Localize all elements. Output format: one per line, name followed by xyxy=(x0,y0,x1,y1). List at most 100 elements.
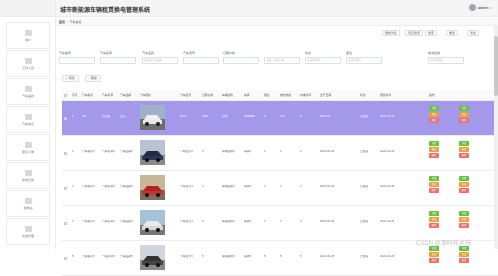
sidebar-header xyxy=(0,0,55,17)
car-code-input[interactable] xyxy=(59,57,95,64)
modify-button[interactable]: 修改 xyxy=(459,147,469,152)
detail-button[interactable]: 详情 xyxy=(429,141,439,146)
delete-button[interactable]: 删除 xyxy=(429,153,439,158)
data-table: 序号 汽车编号 汽车名称 汽车品牌 汽车图片 汽车型号 日期价格 车辆颜色 车牌… xyxy=(62,90,498,276)
detail-button[interactable]: 详情 xyxy=(459,106,469,111)
select-all-checkbox[interactable] xyxy=(64,94,67,97)
cell-price: 4 xyxy=(202,220,204,223)
cell-seats: 5 xyxy=(264,115,266,118)
delete-button[interactable]: 删除 xyxy=(459,223,469,228)
row-checkbox[interactable] xyxy=(64,117,67,120)
sidebar-item-car[interactable]: 汽车信息 xyxy=(6,106,50,133)
sidebar-item-settings[interactable]: 系统管理 xyxy=(6,218,50,245)
cell-charge: 8 xyxy=(300,115,302,118)
cell-brand: 汽车品牌3 xyxy=(120,185,133,188)
row-checkbox[interactable] xyxy=(64,257,67,260)
detail-button[interactable]: 详情 xyxy=(459,211,469,216)
delete-button[interactable]: 删除 xyxy=(459,258,469,263)
delete-button[interactable]: 删除 xyxy=(429,223,439,228)
detail-button[interactable]: 详情 xyxy=(429,211,439,216)
sidebar-item-staff[interactable]: 工作人员 xyxy=(6,50,50,77)
table-row[interactable]: 2 汽车编号2 汽车名称2 汽车品牌2 汽车型号2 2 车辆颜色2 车牌2 2 … xyxy=(62,136,498,171)
cell-index: 5 xyxy=(72,255,74,258)
cell-status: 已租赁 xyxy=(360,150,369,153)
price-max-input[interactable]: 请输入日期价格 xyxy=(264,57,300,64)
clear-search-button[interactable]: 清空搜索 xyxy=(405,30,424,36)
table-row[interactable]: 1 001 迈巴赫 宝马 MX5 2000 白色 粤A8888 5 700 8 … xyxy=(62,101,498,136)
cell-brand: 汽车品牌4 xyxy=(120,220,133,223)
range-select[interactable]: 请选择续航 xyxy=(428,57,464,64)
top-header: 城市新能源车辆租赁换电管理系统 admin ▾ xyxy=(56,0,498,17)
seats-select[interactable]: 请选择座位 xyxy=(346,57,382,64)
modify-button[interactable]: 修改 xyxy=(429,182,439,187)
row-checkbox[interactable] xyxy=(64,187,67,190)
cell-name: 汽车名称4 xyxy=(102,220,115,223)
avatar[interactable] xyxy=(468,4,476,11)
breadcrumb-home[interactable]: 首页 xyxy=(59,20,65,24)
modify-button[interactable]: 修改 xyxy=(429,252,439,257)
table-header-cell: 汽车名称 xyxy=(102,93,114,97)
table-header-cell: 状态 xyxy=(360,93,366,97)
table-header-cell: 车辆颜色 xyxy=(222,93,234,97)
table-row[interactable]: 4 汽车编号4 汽车名称4 汽车品牌4 汽车型号4 4 车辆颜色4 车牌4 4 … xyxy=(62,206,498,241)
user-name[interactable]: admin xyxy=(478,5,489,10)
cell-charge: 2 xyxy=(300,150,302,153)
add-button[interactable]: + 添加 xyxy=(62,75,79,82)
detail-button[interactable]: 详情 xyxy=(429,106,439,111)
detail-button[interactable]: 详情 xyxy=(459,141,469,146)
cell-name: 迈巴赫 xyxy=(102,115,111,118)
delete-button[interactable]: 删除 xyxy=(429,258,439,263)
chevron-down-icon[interactable]: ▾ xyxy=(490,6,492,10)
sidebar-item-orders[interactable]: 租赁订单 xyxy=(6,134,50,161)
modify-button[interactable]: 修改 xyxy=(429,147,439,152)
detail-button[interactable]: 详情 xyxy=(459,176,469,181)
price-min-input[interactable] xyxy=(223,57,259,64)
status-select[interactable]: 请选择状态 xyxy=(305,57,341,64)
sidebar-item-label: 汽车信息 xyxy=(21,121,34,126)
modify-button[interactable]: 修改 xyxy=(459,217,469,222)
cell-model: 汽车型号3 xyxy=(180,185,193,188)
cell-added: 2024-04-28 xyxy=(380,255,395,258)
reset-button[interactable]: 重置 xyxy=(446,30,459,36)
delete-button[interactable]: 删除 xyxy=(459,153,469,158)
cell-color: 车辆颜色3 xyxy=(222,185,235,188)
modify-button[interactable]: 修改 xyxy=(459,112,469,117)
sidebar-item-station[interactable]: 换电站 xyxy=(6,190,50,217)
row-checkbox[interactable] xyxy=(64,152,67,155)
sidebar-item-brand[interactable]: 汽车品牌 xyxy=(6,78,50,105)
modify-button[interactable]: 修改 xyxy=(429,112,439,117)
table-header-cell: 操作 xyxy=(429,93,435,97)
scrollbar[interactable] xyxy=(494,26,498,249)
cell-index: 1 xyxy=(72,115,74,118)
export-button[interactable]: 导出 xyxy=(467,30,480,36)
car-model-input[interactable] xyxy=(183,57,219,64)
search-button[interactable]: 搜索 xyxy=(425,30,438,36)
cell-price: 2 xyxy=(202,150,204,153)
car-brand-select[interactable]: 请选择汽车品牌 xyxy=(142,57,178,64)
station-icon xyxy=(24,197,32,204)
delete-button[interactable]: 删除 xyxy=(429,118,439,123)
modify-button[interactable]: 修改 xyxy=(459,252,469,257)
user-menu[interactable]: admin ▾ xyxy=(468,4,492,11)
table-row[interactable]: 3 汽车编号3 汽车名称3 汽车品牌3 汽车型号3 3 车辆颜色3 车牌3 3 … xyxy=(62,171,498,206)
delete-button[interactable]: 删除 xyxy=(459,188,469,193)
refresh-button[interactable]: 刷新列表 xyxy=(382,30,401,36)
sidebar-item-users[interactable]: 用户 xyxy=(6,22,50,49)
sidebar-item-battery[interactable]: 换电记录 xyxy=(6,162,50,189)
filter-car-name: 汽车名称 xyxy=(100,50,136,64)
delete-button[interactable]: 删除 xyxy=(459,118,469,123)
cell-name: 汽车名称2 xyxy=(102,150,115,153)
cell-range: 5 xyxy=(280,255,282,258)
batch-delete-button[interactable]: - 删除 xyxy=(85,75,101,82)
scrollbar-thumb[interactable] xyxy=(494,36,498,96)
modify-button[interactable]: 修改 xyxy=(429,217,439,222)
table-header-cell: 座位 xyxy=(264,93,270,97)
battery-icon xyxy=(24,169,32,176)
cell-status: 已租赁 xyxy=(360,220,369,223)
delete-button[interactable]: 删除 xyxy=(429,188,439,193)
modify-button[interactable]: 修改 xyxy=(459,182,469,187)
car-name-input[interactable] xyxy=(100,57,136,64)
filter-label: 状态 xyxy=(305,51,312,55)
detail-button[interactable]: 详情 xyxy=(429,176,439,181)
row-checkbox[interactable] xyxy=(64,222,67,225)
